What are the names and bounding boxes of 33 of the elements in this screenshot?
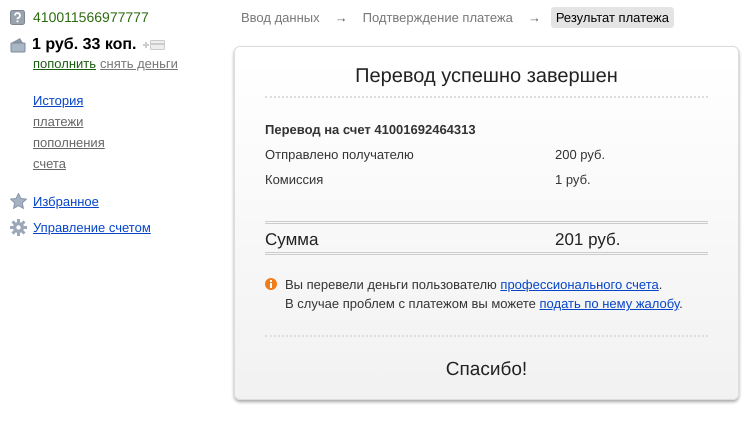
withdraw-link[interactable]: снять деньги [100, 56, 178, 71]
step-tab[interactable]: Результат платежа [550, 6, 674, 28]
step-tab[interactable]: Подтверждение платежа [358, 6, 518, 28]
wallet-icon [10, 37, 26, 53]
total-value: 201 руб. [555, 230, 621, 250]
settings-icon [10, 219, 27, 236]
notice-link[interactable]: подать по нему жалобу [540, 296, 680, 311]
nav-link[interactable]: счета [33, 156, 66, 171]
transfer-heading: Перевод на счет 41001692464313 [265, 122, 476, 137]
notice-text: В случае проблем с платежом вы можете подать по нему жалобу. [285, 295, 683, 313]
favorites-link[interactable]: Избранное [33, 194, 99, 208]
notice-text: Вы перевели деньги пользователю профессионального счета. [285, 276, 664, 294]
result-title: Перевод успешно завершен [354, 65, 619, 88]
account-settings-link[interactable]: Управление счетом [33, 220, 151, 235]
nav-link[interactable]: пополнения [33, 135, 105, 150]
row-value: 1 руб. [555, 172, 591, 187]
thanks-text: Спасибо! [444, 359, 528, 381]
row-label: Отправлено получателю [265, 147, 415, 162]
nav-link[interactable]: История [33, 93, 84, 108]
balance: 1 руб. 33 коп. [32, 36, 136, 54]
row-value: 200 руб. [555, 147, 606, 162]
arrow-icon: → [528, 10, 541, 24]
arrow-icon: → [334, 10, 348, 24]
top-up-link[interactable]: пополнить [33, 56, 96, 71]
row-label: Комиссия [265, 172, 324, 187]
notice-link[interactable]: профессионального счета [500, 277, 659, 292]
help-icon[interactable] [10, 10, 25, 24]
total-label: Сумма [265, 230, 320, 250]
info-icon [265, 278, 277, 290]
account-number: 410011566977777 [33, 9, 149, 25]
step-tab[interactable]: Ввод данных [236, 6, 325, 28]
nav-link[interactable]: платежи [33, 114, 84, 129]
star-icon [10, 193, 27, 209]
